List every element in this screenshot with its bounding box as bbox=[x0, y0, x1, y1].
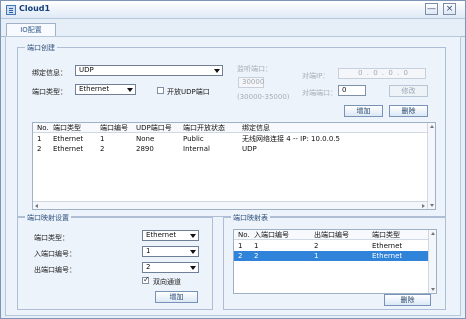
table-cell: 1 bbox=[238, 242, 243, 250]
scroll-down-arrow-icon[interactable] bbox=[431, 288, 435, 291]
table-cell: Ethernet bbox=[372, 252, 403, 260]
column-header: No. bbox=[238, 231, 250, 239]
chevron-down-icon bbox=[190, 234, 196, 238]
close-button[interactable]: × bbox=[443, 3, 456, 15]
port-type-value: Ethernet bbox=[79, 85, 110, 93]
binding-info-label: 绑定信息： bbox=[32, 69, 67, 77]
port-type-label: 端口类型： bbox=[32, 88, 67, 96]
add-mapping-button[interactable]: 增加 bbox=[155, 291, 198, 303]
peer-port-input[interactable]: 0 bbox=[338, 85, 366, 96]
port-creation-title: 端口创建 bbox=[25, 43, 57, 53]
mapping-table-header: No. 入端口编号 出端口编号 端口类型 bbox=[234, 230, 436, 240]
table-row[interactable]: 1 1 2 Ethernet bbox=[234, 241, 436, 251]
port-mapping-settings-group: 端口映射设置 端口类型： Ethernet 入端口编号： 1 出端口编号： 2 … bbox=[17, 213, 213, 310]
table-cell: 1 bbox=[254, 242, 259, 250]
mapping-table[interactable]: No. 入端口编号 出端口编号 端口类型 1 1 2 Ethernet 2 2 … bbox=[233, 229, 437, 294]
table-cell: 2 bbox=[254, 252, 259, 260]
port-table[interactable]: No. 端口类型 端口编号 UDP端口号 端口开放状态 绑定信息 1 Ether… bbox=[32, 122, 436, 210]
in-port-value: 1 bbox=[146, 247, 151, 255]
add-port-button[interactable]: 增加 bbox=[344, 105, 383, 117]
out-port-label: 出端口编号： bbox=[34, 266, 76, 274]
table-cell: Ethernet bbox=[372, 242, 403, 250]
open-udp-label: 开放UDP端口 bbox=[167, 88, 210, 96]
port-mapping-table-group: 端口映射表 No. 入端口编号 出端口编号 端口类型 1 1 2 Etherne… bbox=[223, 213, 446, 310]
port-table-header: No. 端口类型 端口编号 UDP端口号 端口开放状态 绑定信息 bbox=[33, 123, 435, 133]
cloud-configuration-window: Cloud1 — × IO配置 端口创建 绑定信息： UDP 端口类型： Eth… bbox=[0, 0, 466, 319]
table-cell: 无线网络连接 4 -- IP: 10.0.0.5 bbox=[242, 135, 340, 143]
table-cell: None bbox=[136, 135, 155, 143]
column-header: 入端口编号 bbox=[254, 231, 289, 239]
chevron-down-icon bbox=[214, 69, 220, 73]
table-cell: 2 bbox=[37, 145, 42, 153]
vertical-scrollbar[interactable] bbox=[427, 123, 435, 209]
scroll-down-arrow-icon[interactable] bbox=[430, 204, 434, 207]
binding-info-value: UDP bbox=[79, 66, 94, 74]
modify-button: 修改 bbox=[389, 85, 428, 97]
binding-info-select[interactable]: UDP bbox=[75, 65, 223, 76]
window-title: Cloud1 bbox=[19, 4, 51, 13]
column-header: 出端口编号 bbox=[314, 231, 349, 239]
table-cell: 2 bbox=[314, 242, 319, 250]
scroll-up-arrow-icon[interactable] bbox=[431, 232, 435, 235]
minimize-button[interactable]: — bbox=[425, 3, 438, 15]
open-udp-checkbox[interactable] bbox=[157, 87, 164, 94]
chevron-down-icon bbox=[190, 266, 196, 270]
table-cell: 2 bbox=[238, 252, 243, 260]
window-titlebar[interactable]: Cloud1 — × bbox=[1, 1, 465, 19]
table-cell: 2890 bbox=[136, 145, 154, 153]
chevron-down-icon bbox=[127, 88, 133, 92]
mapping-port-type-select[interactable]: Ethernet bbox=[142, 230, 199, 241]
port-creation-group: 端口创建 绑定信息： UDP 端口类型： Ethernet 开放UDP端口 监听… bbox=[17, 43, 446, 217]
bidirectional-label: 双向通道 bbox=[153, 278, 181, 286]
out-port-select[interactable]: 2 bbox=[142, 262, 199, 273]
main-content: 端口创建 绑定信息： UDP 端口类型： Ethernet 开放UDP端口 监听… bbox=[5, 36, 461, 316]
listen-port-input: 30000 bbox=[238, 77, 264, 88]
peer-ip-input: 0 . 0 . 0 . 0 bbox=[338, 68, 426, 79]
in-port-select[interactable]: 1 bbox=[142, 246, 199, 257]
column-header: No. bbox=[37, 124, 49, 132]
app-icon bbox=[6, 5, 16, 15]
vertical-scrollbar[interactable] bbox=[428, 230, 436, 293]
column-header: 端口类型 bbox=[53, 124, 81, 132]
table-row[interactable]: 2 Ethernet 2 2890 Internal UDP bbox=[33, 144, 435, 154]
delete-port-button[interactable]: 删除 bbox=[389, 105, 428, 117]
port-type-select[interactable]: Ethernet bbox=[75, 84, 136, 95]
column-header: 端口类型 bbox=[372, 231, 400, 239]
column-header: 绑定信息 bbox=[242, 124, 270, 132]
in-port-label: 入端口编号： bbox=[34, 250, 76, 258]
port-mapping-settings-title: 端口映射设置 bbox=[25, 213, 71, 223]
port-mapping-table-title: 端口映射表 bbox=[231, 213, 270, 223]
table-cell: 1 bbox=[314, 252, 319, 260]
chevron-down-icon bbox=[190, 250, 196, 254]
table-cell: 1 bbox=[37, 135, 42, 143]
table-cell: Internal bbox=[183, 145, 210, 153]
column-header: UDP端口号 bbox=[136, 124, 172, 132]
listen-port-range: (30000-35000) bbox=[237, 93, 290, 101]
column-header: 端口开放状态 bbox=[183, 124, 225, 132]
mapping-port-type-label: 端口类型： bbox=[34, 234, 69, 242]
table-cell: UDP bbox=[242, 145, 257, 153]
tab-io-config[interactable]: IO配置 bbox=[6, 23, 56, 37]
scroll-up-arrow-icon[interactable] bbox=[430, 125, 434, 128]
peer-port-label: 对端端口： bbox=[302, 89, 337, 97]
scroll-left-arrow-icon[interactable] bbox=[35, 204, 38, 208]
table-row[interactable]: 1 Ethernet 1 None Public 无线网络连接 4 -- IP:… bbox=[33, 134, 435, 144]
delete-mapping-button[interactable]: 删除 bbox=[384, 294, 431, 306]
horizontal-scrollbar[interactable] bbox=[33, 201, 427, 209]
table-cell: Ethernet bbox=[53, 145, 84, 153]
table-cell: Public bbox=[183, 135, 204, 143]
tab-strip: IO配置 bbox=[1, 19, 465, 37]
listen-port-label: 监听端口： bbox=[237, 65, 272, 73]
out-port-value: 2 bbox=[146, 263, 151, 271]
table-cell: Ethernet bbox=[53, 135, 84, 143]
scroll-right-arrow-icon[interactable] bbox=[422, 204, 425, 208]
table-row[interactable]: 2 2 1 Ethernet bbox=[234, 251, 436, 261]
peer-ip-label: 对端IP： bbox=[302, 72, 330, 80]
mapping-port-type-value: Ethernet bbox=[146, 231, 177, 239]
table-cell: 2 bbox=[100, 145, 105, 153]
bidirectional-checkbox[interactable] bbox=[142, 275, 150, 284]
column-header: 端口编号 bbox=[100, 124, 128, 132]
table-cell: 1 bbox=[100, 135, 105, 143]
